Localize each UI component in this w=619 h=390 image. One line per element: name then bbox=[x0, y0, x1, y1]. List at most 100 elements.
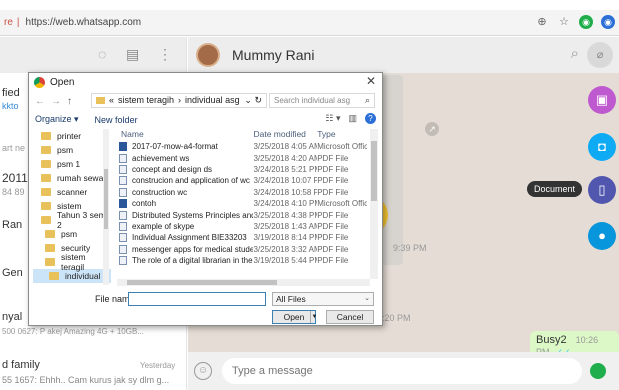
nav-item-selected[interactable]: individual a bbox=[33, 269, 111, 283]
back-arrow-icon[interactable]: ← bbox=[35, 96, 45, 107]
file-date: 3/24/2018 5:21 PM bbox=[253, 164, 318, 174]
help-icon[interactable]: ? bbox=[365, 113, 376, 124]
message-text: Busy2 bbox=[536, 334, 567, 346]
file-date: 3/24/2018 4:10 PM bbox=[253, 199, 318, 209]
file-type: PDF File bbox=[317, 233, 349, 243]
extension-icon[interactable]: ◉ bbox=[579, 15, 593, 29]
breadcrumb[interactable]: « sistem teragih › individual asg ⌄ ↻ bbox=[91, 93, 267, 108]
new-chat-icon[interactable]: ▤ bbox=[126, 46, 139, 63]
up-arrow-icon[interactable]: ↑ bbox=[67, 96, 72, 107]
search-placeholder: Search individual asg bbox=[274, 96, 351, 105]
nav-item[interactable]: scanner bbox=[33, 185, 111, 199]
file-row[interactable]: Distributed Systems Principles and Parad… bbox=[117, 209, 367, 220]
message-input[interactable] bbox=[222, 358, 582, 384]
contact-name[interactable]: Mummy Rani bbox=[232, 47, 314, 63]
nav-item[interactable]: Tahun 3 sem 2 bbox=[33, 210, 111, 230]
url-text[interactable]: https://web.whatsapp.com bbox=[26, 17, 142, 28]
browser-address-bar[interactable]: re | https://web.whatsapp.com ⊕ ☆ ◉ ◉ bbox=[0, 10, 619, 36]
hscroll-thumb[interactable] bbox=[127, 280, 277, 285]
breadcrumb-item[interactable]: individual asg bbox=[185, 94, 240, 107]
zoom-icon[interactable]: ⊕ bbox=[535, 15, 549, 29]
file-row[interactable]: construction wc 3/24/2018 10:58 PMPDF Fil… bbox=[117, 187, 367, 198]
close-icon[interactable]: ✕ bbox=[366, 74, 376, 88]
nav-item[interactable]: psm 1 bbox=[33, 157, 111, 171]
profile-icon[interactable]: ◉ bbox=[601, 15, 615, 29]
send-icon[interactable] bbox=[590, 363, 606, 379]
pdf-icon bbox=[119, 153, 127, 163]
status-icon[interactable]: ◌ bbox=[98, 46, 106, 62]
file-row[interactable]: construcion and application of wc 3/24/20… bbox=[117, 175, 367, 186]
chat-fragment[interactable]: 84 89 bbox=[2, 187, 25, 197]
chat-fragment[interactable]: Gen bbox=[2, 267, 23, 279]
dialog-titlebar: Open ✕ bbox=[29, 73, 382, 91]
folder-icon bbox=[41, 202, 51, 210]
file-name-input[interactable] bbox=[128, 292, 266, 306]
nav-scrollbar[interactable] bbox=[103, 129, 109, 285]
forward-arrow-icon[interactable]: → bbox=[51, 96, 61, 107]
new-folder-button[interactable]: New folder bbox=[95, 115, 138, 125]
menu-icon[interactable]: ⋮ bbox=[158, 46, 172, 63]
chat-fragment[interactable]: kkto bbox=[2, 101, 19, 111]
search-icon[interactable]: ⌕ bbox=[571, 45, 579, 62]
organize-button[interactable]: Organize ▾ bbox=[35, 114, 79, 125]
nav-item[interactable]: rumah sewa bbox=[33, 171, 111, 185]
avatar[interactable] bbox=[196, 43, 220, 67]
file-type: PDF File bbox=[317, 153, 349, 163]
nav-item[interactable]: sistem teragil bbox=[33, 252, 111, 272]
dialog-title: Open bbox=[50, 76, 75, 88]
pdf-icon bbox=[119, 210, 127, 220]
column-type[interactable]: Type bbox=[317, 129, 367, 141]
preview-pane-icon[interactable]: ▥ bbox=[348, 113, 357, 124]
chat-fragment[interactable]: 500 0627: P akej Amazing 4G + 10GB... bbox=[2, 327, 144, 336]
nav-item[interactable]: psm bbox=[33, 143, 111, 157]
open-file-dialog: Open ✕ ← → ↑ « sistem teragih › individu… bbox=[28, 72, 383, 326]
conversation-header: Mummy Rani ⌕ ⌀ bbox=[188, 37, 619, 73]
chat-fragment[interactable]: fied bbox=[2, 87, 20, 99]
file-list-hscrollbar[interactable] bbox=[117, 279, 370, 286]
breadcrumb-sep-icon: › bbox=[178, 95, 182, 105]
file-row[interactable]: example of skype 3/25/2018 1:43 AM PDF Fil… bbox=[117, 221, 367, 232]
column-name[interactable]: Name bbox=[117, 129, 253, 141]
camera-icon[interactable]: ◘ bbox=[588, 133, 616, 161]
file-type-select[interactable]: All Files ⌄ bbox=[272, 292, 374, 306]
star-icon[interactable]: ☆ bbox=[557, 15, 571, 29]
file-row[interactable]: Individual Assignment BIE33203 3/19/2018 … bbox=[117, 232, 367, 243]
file-type: Microsoft Office... bbox=[317, 142, 367, 152]
chat-fragment[interactable]: nyal bbox=[2, 311, 22, 323]
dialog-toolbar: Organize ▾ New folder ☷ ▾ ▥ ? bbox=[29, 111, 382, 128]
folder-icon bbox=[45, 258, 55, 266]
refresh-icon[interactable]: ⌄ ↻ bbox=[244, 94, 262, 107]
file-row[interactable]: The role of a digital librarian in the m… bbox=[117, 255, 367, 266]
folder-icon bbox=[41, 174, 51, 182]
file-name-cell: construcion and application of wc bbox=[117, 176, 253, 186]
pdf-icon bbox=[119, 221, 127, 231]
cancel-button[interactable]: Cancel bbox=[326, 310, 374, 324]
file-row[interactable]: concept and design ds 3/24/2018 5:21 PM PD… bbox=[117, 164, 367, 175]
file-date: 3/19/2018 5:44 PM bbox=[253, 256, 318, 266]
column-date[interactable]: Date modified bbox=[253, 129, 317, 141]
chat-fragment[interactable]: 2011 bbox=[2, 171, 28, 185]
attach-icon[interactable]: ⌀ bbox=[587, 42, 613, 68]
file-row[interactable]: achievement ws 3/25/2018 4:20 AM PDF File bbox=[117, 152, 367, 163]
nav-scroll-thumb[interactable] bbox=[104, 169, 108, 229]
file-list-vscrollbar[interactable] bbox=[370, 129, 378, 279]
file-type: PDF File bbox=[317, 187, 349, 197]
emoji-icon[interactable]: ☺ bbox=[194, 362, 212, 380]
breadcrumb-item[interactable]: sistem teragih bbox=[118, 94, 174, 107]
open-dropdown-icon[interactable]: ▼ bbox=[310, 311, 318, 323]
chat-fragment[interactable]: art ne bbox=[2, 143, 25, 153]
forward-icon[interactable]: ↗ bbox=[425, 122, 439, 136]
nav-item[interactable]: printer bbox=[33, 129, 111, 143]
search-input[interactable]: Search individual asg ⌕ bbox=[269, 93, 375, 108]
file-row[interactable]: messenger apps for medical student 3/25/2… bbox=[117, 244, 367, 255]
view-options-icon[interactable]: ☷ ▾ bbox=[325, 113, 340, 124]
file-list: Name Date modified Type 2017-07-mow-a4-f… bbox=[117, 129, 367, 279]
document-icon[interactable]: ▯ bbox=[588, 176, 616, 204]
vscroll-thumb[interactable] bbox=[371, 141, 377, 201]
chat-fragment[interactable]: Ran bbox=[2, 219, 22, 231]
search-icon: ⌕ bbox=[364, 95, 370, 105]
file-row[interactable]: 2017-07-mow-a4-format 3/25/2018 4:05 AM Mi… bbox=[117, 141, 367, 152]
contact-icon[interactable]: ● bbox=[588, 222, 616, 250]
gallery-icon[interactable]: ▣ bbox=[588, 86, 616, 114]
file-row[interactable]: contoh 3/24/2018 4:10 PMMicrosoft Office.… bbox=[117, 198, 367, 209]
